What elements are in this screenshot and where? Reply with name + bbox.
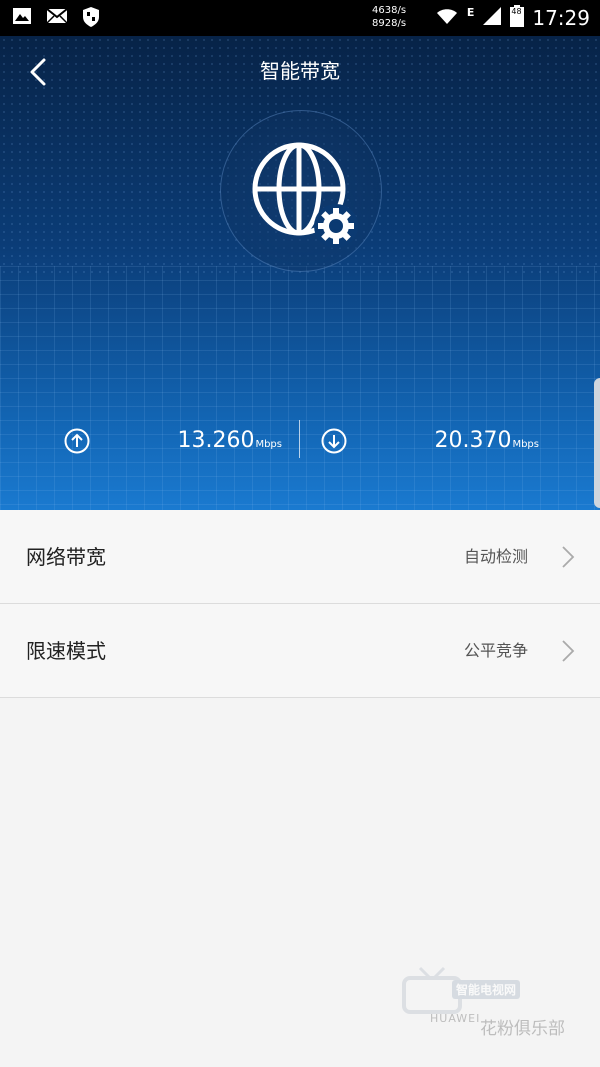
network-type: E <box>466 5 475 19</box>
shield-icon <box>82 6 100 28</box>
upload-arrow-icon <box>64 428 90 454</box>
download-speed-unit: Mbps <box>512 439 539 450</box>
download-arrow-icon <box>321 428 347 454</box>
speed-limit-mode-item[interactable]: 限速模式 公平竞争 <box>0 604 600 698</box>
bandwidth-hero: 智能带宽 13.260Mbps 20.370Mbps <box>0 36 600 510</box>
watermark-brand: HUAWEI <box>430 1012 481 1025</box>
item-value: 公平竞争 <box>463 641 528 660</box>
speed-row: 13.260Mbps 20.370Mbps <box>0 416 600 466</box>
item-value: 自动检测 <box>463 547 528 566</box>
download-speed: 20.370Mbps <box>434 426 539 460</box>
battery-icon: 48 <box>510 5 525 31</box>
hero-grid-pattern <box>0 266 600 510</box>
watermark-club: 花粉俱乐部 <box>480 1019 565 1039</box>
upload-speed-unit: Mbps <box>255 439 282 450</box>
image-icon <box>12 6 32 28</box>
upload-speed: 13.260Mbps <box>177 426 282 460</box>
wifi-icon <box>435 6 459 30</box>
signal-icon <box>482 6 502 30</box>
item-label: 网络带宽 <box>26 545 106 569</box>
watermark: 智能电视网 HUAWEI 花粉俱乐部 <box>400 966 595 1046</box>
net-speed-down: 8928/s <box>372 18 407 29</box>
battery-level: 48 <box>511 7 522 16</box>
status-time: 17:29 <box>532 6 590 30</box>
page-title: 智能带宽 <box>260 59 340 83</box>
globe-gear-badge <box>220 110 382 272</box>
mail-icon <box>46 6 68 28</box>
speed-divider <box>299 420 300 458</box>
globe-gear-icon <box>252 142 358 248</box>
network-bandwidth-item[interactable]: 网络带宽 自动检测 <box>0 510 600 604</box>
net-speed-up: 4638/s <box>372 5 407 16</box>
item-label: 限速模式 <box>26 639 106 663</box>
network-speed-indicator: 4638/s 8928/s <box>372 4 416 30</box>
settings-list: 网络带宽 自动检测 限速模式 公平竞争 <box>0 510 600 698</box>
notification-icons <box>12 6 100 28</box>
chevron-right-icon <box>562 640 575 662</box>
watermark-site: 智能电视网 <box>452 980 521 999</box>
upload-speed-value: 13.260 <box>177 428 255 453</box>
download-speed-value: 20.370 <box>434 428 512 453</box>
edge-drawer-handle[interactable] <box>594 378 600 508</box>
chevron-right-icon <box>562 546 575 568</box>
status-bar: 4638/s 8928/s E 48 17:29 <box>0 0 600 36</box>
